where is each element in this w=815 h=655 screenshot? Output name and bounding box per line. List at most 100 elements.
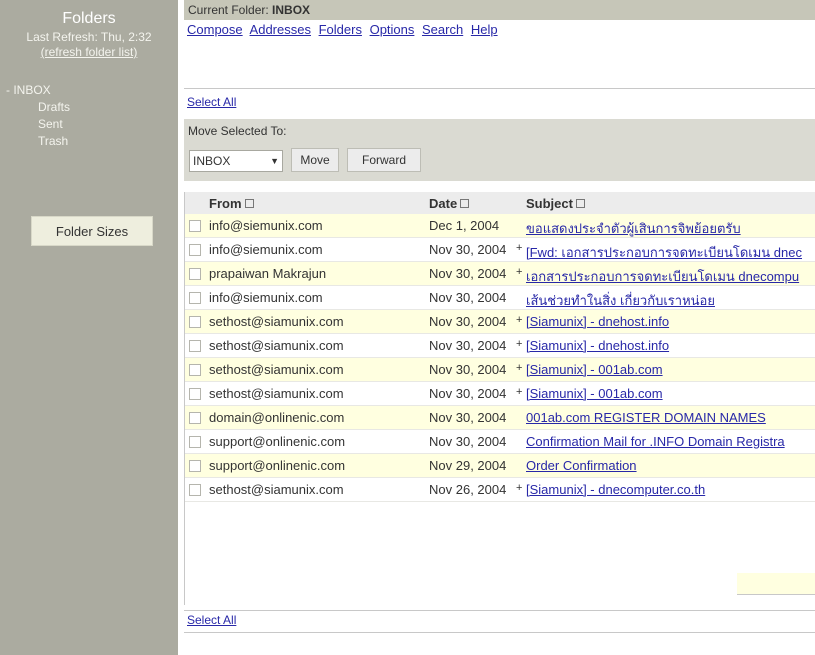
column-from-label: From: [209, 196, 242, 211]
message-subject-link[interactable]: ขอแสดงประจำตัวผู้เสินการจิพย้อยตรับ: [526, 218, 741, 239]
message-subject-link[interactable]: [Siamunix] - dnecomputer.co.th: [526, 482, 705, 497]
message-flag: +: [516, 338, 523, 350]
main-menu: Compose Addresses Folders Options Search…: [187, 22, 502, 37]
sort-by-subject[interactable]: Subject: [526, 196, 585, 211]
message-date: Nov 30, 2004: [429, 266, 507, 281]
message-row[interactable]: sethost@siamunix.com Nov 30, 2004 + [Siamun…: [185, 334, 815, 358]
message-checkbox[interactable]: [189, 460, 201, 472]
last-refresh-text: Last Refresh: Thu, 2:32: [26, 30, 152, 44]
message-checkbox[interactable]: [189, 268, 201, 280]
folder-item-trash[interactable]: Trash: [6, 133, 178, 150]
message-subject-link[interactable]: Confirmation Mail for .INFO Domain Regis…: [526, 434, 785, 449]
message-checkbox[interactable]: [189, 220, 201, 232]
folder-sizes-button[interactable]: Folder Sizes: [31, 216, 153, 246]
sidebar-title: Folders: [62, 10, 116, 27]
message-checkbox[interactable]: [189, 316, 201, 328]
message-date: Nov 29, 2004: [429, 458, 507, 473]
folder-item-inbox[interactable]: - INBOX: [6, 82, 178, 99]
message-row[interactable]: info@siemunix.com Nov 30, 2004 + [Fwd: เอกส…: [185, 238, 815, 262]
message-checkbox[interactable]: [189, 244, 201, 256]
message-row[interactable]: info@siemunix.com Nov 30, 2004 เส้นช่วยทำใ…: [185, 286, 815, 310]
sort-by-from[interactable]: From: [209, 196, 254, 211]
message-row[interactable]: sethost@siamunix.com Nov 26, 2004 + [Siamun…: [185, 478, 815, 502]
move-selected-panel: Move Selected To: INBOX ▼ Move Forward: [184, 119, 815, 181]
message-date: Nov 30, 2004: [429, 338, 507, 353]
message-flag: +: [516, 482, 523, 494]
message-flag: +: [516, 362, 523, 374]
message-row[interactable]: prapaiwan Makrajun Nov 30, 2004 + เอกสารประ…: [185, 262, 815, 286]
message-row[interactable]: sethost@siamunix.com Nov 30, 2004 + [Siamun…: [185, 382, 815, 406]
message-row[interactable]: support@onlinenic.com Nov 30, 2004 Confirm…: [185, 430, 815, 454]
sort-date-icon[interactable]: [460, 199, 470, 208]
message-date: Dec 1, 2004: [429, 218, 500, 233]
message-subject-link[interactable]: [Siamunix] - 001ab.com: [526, 386, 663, 401]
message-from: support@onlinenic.com: [209, 434, 346, 449]
message-checkbox[interactable]: [189, 364, 201, 376]
folder-sidebar: Folders Last Refresh: Thu, 2:32 (refresh…: [0, 0, 178, 655]
message-row[interactable]: domain@onlinenic.com Nov 30, 2004 001ab.co…: [185, 406, 815, 430]
menu-help-link[interactable]: Help: [471, 22, 498, 37]
sort-subject-icon[interactable]: [575, 199, 585, 208]
message-date: Nov 30, 2004: [429, 386, 507, 401]
menu-options-link[interactable]: Options: [370, 22, 415, 37]
column-subject-label: Subject: [526, 196, 573, 211]
message-date: Nov 30, 2004: [429, 314, 507, 329]
message-subject-link[interactable]: [Siamunix] - dnehost.info: [526, 314, 669, 329]
select-all-link-bottom[interactable]: Select All: [187, 613, 236, 627]
message-from: domain@onlinenic.com: [209, 410, 345, 425]
message-subject-link[interactable]: [Siamunix] - 001ab.com: [526, 362, 663, 377]
message-date: Nov 30, 2004: [429, 242, 507, 257]
move-button[interactable]: Move: [291, 148, 339, 172]
destination-folder-value: INBOX: [193, 154, 231, 168]
message-subject-link[interactable]: Order Confirmation: [526, 458, 637, 473]
menu-search-link[interactable]: Search: [422, 22, 463, 37]
current-folder-label: Current Folder:: [188, 3, 269, 17]
menu-addresses-link[interactable]: Addresses: [250, 22, 311, 37]
menu-folders-link[interactable]: Folders: [319, 22, 362, 37]
folder-item-sent[interactable]: Sent: [6, 116, 178, 133]
sort-by-date[interactable]: Date: [429, 196, 470, 211]
forward-button[interactable]: Forward: [347, 148, 421, 172]
destination-folder-select[interactable]: INBOX ▼: [189, 150, 283, 172]
message-from: info@siemunix.com: [209, 218, 323, 233]
message-subject-link[interactable]: [Siamunix] - dnehost.info: [526, 338, 669, 353]
refresh-folder-list-link[interactable]: (refresh folder list): [0, 45, 178, 60]
message-checkbox[interactable]: [189, 412, 201, 424]
message-flag: +: [516, 242, 523, 254]
message-checkbox[interactable]: [189, 292, 201, 304]
message-checkbox[interactable]: [189, 388, 201, 400]
message-date: Nov 30, 2004: [429, 410, 507, 425]
message-list: From Date Subject info@siemunix.com Dec 1…: [184, 192, 815, 605]
message-date: Nov 30, 2004: [429, 434, 507, 449]
sort-from-icon[interactable]: [244, 199, 254, 208]
message-from: prapaiwan Makrajun: [209, 266, 327, 281]
message-from: info@siemunix.com: [209, 290, 323, 305]
message-checkbox[interactable]: [189, 340, 201, 352]
message-checkbox[interactable]: [189, 484, 201, 496]
menu-compose-link[interactable]: Compose: [187, 22, 243, 37]
message-subject-link[interactable]: เส้นช่วยทำในสิ่ง เกี่ยวกับเราหน่อย: [526, 290, 715, 311]
message-checkbox[interactable]: [189, 436, 201, 448]
divider: [184, 88, 815, 89]
column-date-label: Date: [429, 196, 458, 211]
message-from: sethost@siamunix.com: [209, 386, 344, 401]
message-row[interactable]: sethost@siamunix.com Nov 30, 2004 + [Siamun…: [185, 310, 815, 334]
message-subject-link[interactable]: 001ab.com REGISTER DOMAIN NAMES: [526, 410, 766, 425]
current-folder-name: INBOX: [272, 3, 311, 17]
list-footer-cell: [737, 573, 815, 595]
message-row[interactable]: sethost@siamunix.com Nov 30, 2004 + [Siamun…: [185, 358, 815, 382]
message-row[interactable]: support@onlinenic.com Nov 29, 2004 Order C…: [185, 454, 815, 478]
divider: [184, 610, 815, 611]
message-subject-link[interactable]: [Fwd: เอกสารประกอบการจดทะเบียนโดเมน dnec: [526, 242, 802, 263]
message-date: Nov 26, 2004: [429, 482, 507, 497]
mail-main-pane: Current Folder: INBOX Compose Addresses …: [178, 0, 815, 655]
message-from: info@siemunix.com: [209, 242, 323, 257]
select-all-link-top[interactable]: Select All: [187, 95, 236, 109]
message-flag: +: [516, 386, 523, 398]
message-subject-link[interactable]: เอกสารประกอบการจดทะเบียนโดเมน dnecompu: [526, 266, 799, 287]
message-row[interactable]: info@siemunix.com Dec 1, 2004 ขอแสดงประจำต…: [185, 214, 815, 238]
current-folder-bar: Current Folder: INBOX: [184, 0, 815, 20]
message-date: Nov 30, 2004: [429, 290, 507, 305]
folder-item-drafts[interactable]: Drafts: [6, 99, 178, 116]
message-from: sethost@siamunix.com: [209, 338, 344, 353]
